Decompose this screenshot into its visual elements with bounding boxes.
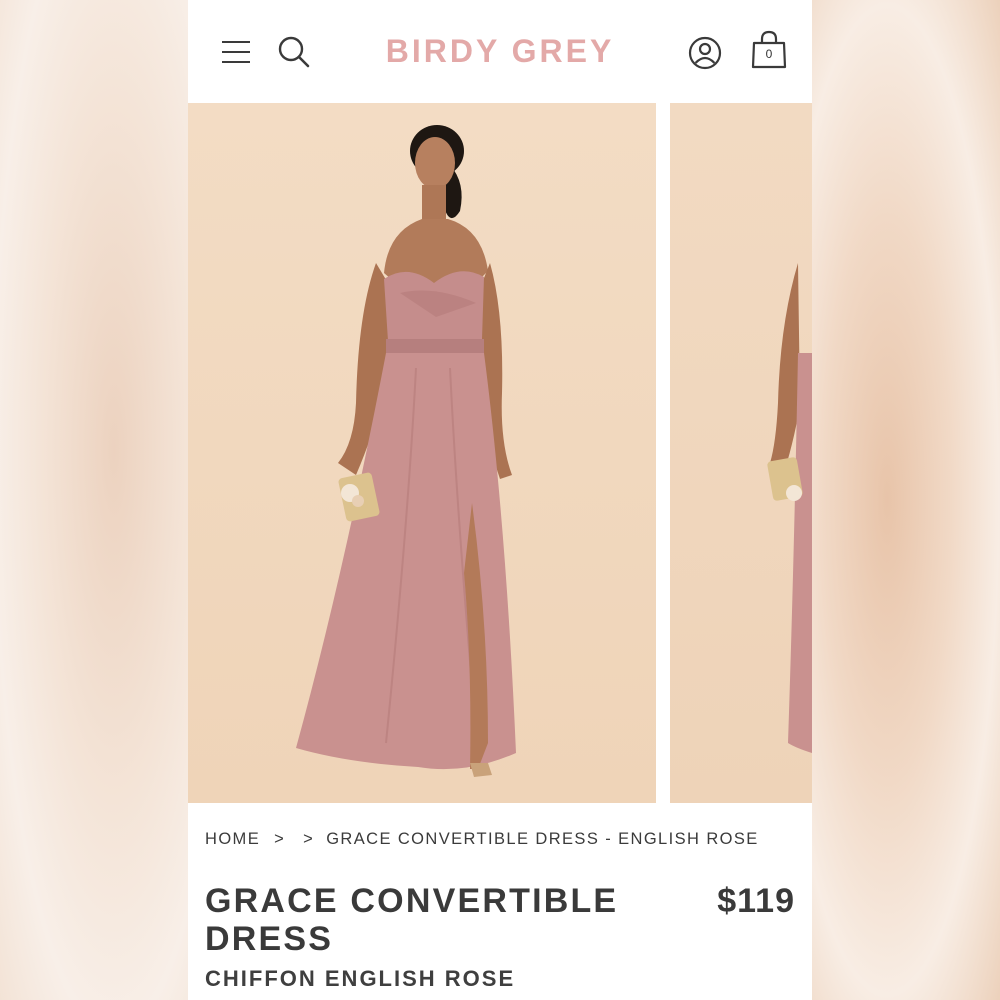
shopping-bag-icon[interactable]: 0	[750, 30, 788, 70]
product-subtitle: CHIFFON ENGLISH ROSE	[205, 966, 516, 991]
breadcrumb: HOME > > GRACE CONVERTIBLE DRESS - ENGLISH …	[205, 830, 759, 849]
breadcrumb-separator: >	[274, 830, 286, 848]
model-illustration-partial	[767, 263, 812, 753]
model-illustration	[296, 125, 516, 777]
account-icon[interactable]	[688, 36, 722, 70]
breadcrumb-separator: >	[303, 830, 315, 848]
product-photo-side[interactable]	[670, 103, 812, 803]
breadcrumb-current: GRACE CONVERTIBLE DRESS - ENGLISH ROSE	[326, 830, 759, 848]
product-photo-front[interactable]	[188, 103, 656, 803]
product-title: GRACE CONVERTIBLE DRESS	[205, 882, 619, 958]
background-left	[0, 0, 190, 1000]
bag-count-badge: 0	[765, 47, 773, 61]
site-header: BIRDY GREY 0	[188, 0, 812, 103]
product-gallery[interactable]	[188, 103, 812, 803]
background-right	[812, 0, 1000, 1000]
product-price: $119	[717, 882, 795, 920]
mobile-page: BIRDY GREY 0 HOME > > GRACE CONVERTIBLE …	[188, 0, 812, 1000]
breadcrumb-home-link[interactable]: HOME	[205, 830, 260, 849]
